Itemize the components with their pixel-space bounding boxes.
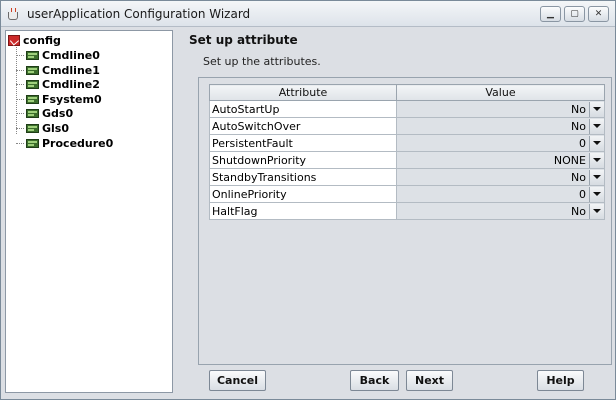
maximize-button[interactable]: ▢ xyxy=(564,6,585,22)
value-dropdown[interactable]: NONE xyxy=(397,152,604,168)
attribute-value-cell[interactable]: 0 xyxy=(396,185,605,203)
minimize-icon: ▁ xyxy=(547,9,554,19)
tree-item-procedure0[interactable]: Procedure0 xyxy=(26,136,113,151)
attribute-table: Attribute Value AutoStartUp No AutoSwitchO… xyxy=(209,84,605,220)
attribute-name-cell[interactable]: AutoStartUp xyxy=(209,100,397,118)
tree-connector xyxy=(16,113,24,115)
attribute-name-cell[interactable]: AutoSwitchOver xyxy=(209,117,397,135)
tree-connector xyxy=(16,128,24,129)
resource-icon xyxy=(26,109,39,119)
resource-icon xyxy=(26,65,39,75)
tree-item-config[interactable]: config xyxy=(8,33,61,48)
chevron-down-icon[interactable] xyxy=(589,152,604,168)
attribute-panel: Set up attribute Set up the attributes. … xyxy=(179,30,612,365)
table-row: PersistentFault 0 xyxy=(209,134,605,152)
next-button[interactable]: Next xyxy=(406,370,453,391)
resource-icon xyxy=(26,51,39,60)
tree-connector xyxy=(16,69,24,71)
page-title: Set up attribute xyxy=(189,33,298,47)
wizard-window: userApplication Configuration Wizard ▁ ▢… xyxy=(0,0,616,400)
table-row: AutoStartUp No xyxy=(209,100,605,118)
tree-connector xyxy=(16,84,24,86)
table-row: ShutdownPriority NONE xyxy=(209,151,605,169)
tree-item-label: Fsystem0 xyxy=(42,92,102,106)
tree-item-cmdline1[interactable]: Cmdline1 xyxy=(26,63,100,78)
table-header-row: Attribute Value xyxy=(209,84,605,101)
table-row: StandbyTransitions No xyxy=(209,168,605,186)
dropdown-value: No xyxy=(571,204,586,218)
resource-icon xyxy=(26,138,39,148)
chevron-down-icon[interactable] xyxy=(589,169,604,185)
tree-item-label: Gds0 xyxy=(42,107,74,121)
tree-item-cmdline2[interactable]: Cmdline2 xyxy=(26,77,100,92)
dropdown-value: No xyxy=(571,102,586,116)
tree-item-label: Cmdline0 xyxy=(42,49,100,62)
value-dropdown[interactable]: No xyxy=(397,118,604,134)
tree-item-label: Cmdline2 xyxy=(42,78,100,92)
attribute-value-cell[interactable]: NONE xyxy=(396,151,605,169)
value-dropdown[interactable]: No xyxy=(397,203,604,219)
tree-connector xyxy=(16,142,24,144)
attribute-value-cell[interactable]: No xyxy=(396,202,605,220)
value-dropdown[interactable]: No xyxy=(397,101,604,117)
chevron-down-icon[interactable] xyxy=(589,135,604,151)
attribute-value-cell[interactable]: No xyxy=(396,117,605,135)
close-button[interactable]: ✕ xyxy=(588,6,609,22)
attribute-name-cell[interactable]: StandbyTransitions xyxy=(209,168,397,186)
dropdown-value: NONE xyxy=(553,153,586,167)
tree-item-fsystem0[interactable]: Fsystem0 xyxy=(26,92,102,107)
attribute-name-cell[interactable]: PersistentFault xyxy=(209,134,397,152)
maximize-icon: ▢ xyxy=(570,9,579,19)
tree-connector xyxy=(16,44,17,134)
title-bar[interactable]: userApplication Configuration Wizard ▁ ▢… xyxy=(1,1,615,27)
attribute-value-cell[interactable]: No xyxy=(396,168,605,186)
value-dropdown[interactable]: 0 xyxy=(397,135,604,151)
chevron-down-icon[interactable] xyxy=(589,101,604,117)
dropdown-value: 0 xyxy=(579,187,586,201)
help-button[interactable]: Help xyxy=(537,370,584,391)
resource-icon xyxy=(26,124,39,133)
column-header-value[interactable]: Value xyxy=(396,84,605,101)
back-button[interactable]: Back xyxy=(350,370,399,391)
dropdown-value: No xyxy=(571,170,586,184)
attribute-value-cell[interactable]: No xyxy=(396,100,605,118)
window-title: userApplication Configuration Wizard xyxy=(27,6,251,21)
close-icon: ✕ xyxy=(594,9,603,19)
chevron-down-icon[interactable] xyxy=(589,186,604,202)
value-dropdown[interactable]: No xyxy=(397,169,604,185)
tree-item-gls0[interactable]: Gls0 xyxy=(26,121,69,136)
attribute-table-container: Attribute Value AutoStartUp No AutoSwitchO… xyxy=(198,77,612,365)
chevron-down-icon[interactable] xyxy=(589,118,604,134)
tree-item-cmdline0[interactable]: Cmdline0 xyxy=(26,48,100,63)
attribute-name-cell[interactable]: ShutdownPriority xyxy=(209,151,397,169)
chevron-down-icon[interactable] xyxy=(589,203,604,219)
value-dropdown[interactable]: 0 xyxy=(397,186,604,202)
attribute-name-cell[interactable]: OnlinePriority xyxy=(209,185,397,203)
cancel-button[interactable]: Cancel xyxy=(209,370,266,391)
configuration-tree[interactable]: config Cmdline0 Cmdline1 Cmdline2 Fsystem0 G… xyxy=(5,30,173,393)
tree-item-label: Procedure0 xyxy=(42,136,114,150)
table-row: AutoSwitchOver No xyxy=(209,117,605,135)
tree-connector xyxy=(16,98,24,100)
table-row: HaltFlag No xyxy=(209,202,605,220)
dropdown-value: No xyxy=(571,119,586,133)
tree-item-label: Cmdline1 xyxy=(42,63,100,77)
column-header-attribute[interactable]: Attribute xyxy=(209,84,397,101)
dropdown-value: 0 xyxy=(579,136,586,150)
page-description: Set up the attributes. xyxy=(203,55,321,68)
resource-icon xyxy=(26,94,39,104)
config-icon xyxy=(8,35,20,46)
tree-item-label: Gls0 xyxy=(42,122,70,135)
attribute-name-cell[interactable]: HaltFlag xyxy=(209,202,397,220)
java-cup-icon xyxy=(7,7,21,20)
tree-item-label: config xyxy=(23,34,61,47)
tree-connector xyxy=(16,55,24,56)
table-row: OnlinePriority 0 xyxy=(209,185,605,203)
tree-item-gds0[interactable]: Gds0 xyxy=(26,106,73,121)
resource-icon xyxy=(26,80,39,90)
minimize-button[interactable]: ▁ xyxy=(540,6,561,22)
attribute-value-cell[interactable]: 0 xyxy=(396,134,605,152)
